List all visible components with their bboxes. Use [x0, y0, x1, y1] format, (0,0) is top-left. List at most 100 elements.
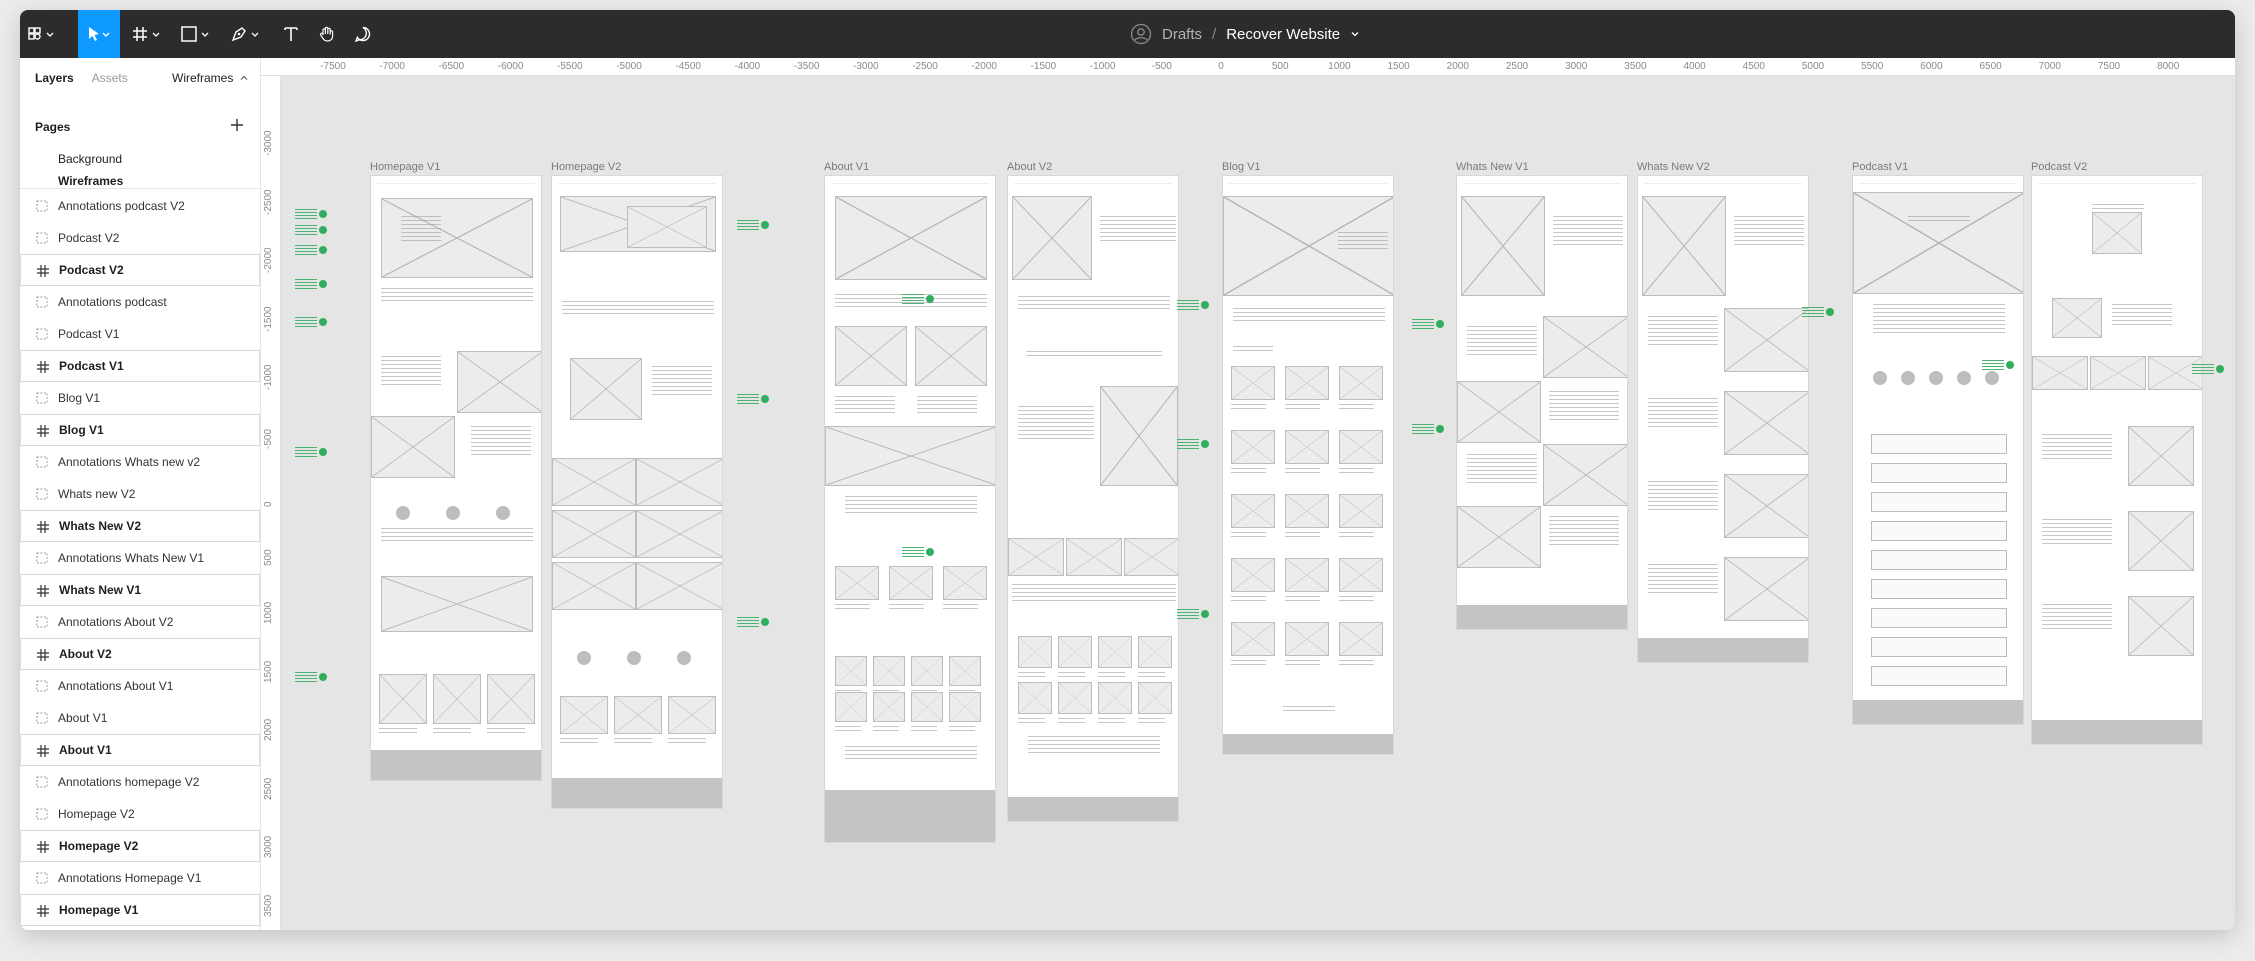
text-placeholder — [1339, 596, 1375, 601]
page-item-wireframes[interactable]: Wireframes — [58, 176, 123, 186]
add-page-button[interactable] — [227, 115, 247, 135]
frame-label[interactable]: Blog V1 — [1222, 161, 1261, 173]
text-placeholder — [1100, 216, 1176, 244]
frame-label[interactable]: About V2 — [1007, 161, 1052, 173]
wireframe-frame[interactable] — [1456, 175, 1628, 630]
text-placeholder — [1058, 672, 1086, 677]
frame-icon — [37, 905, 49, 917]
layer-row[interactable]: About V1 — [20, 702, 260, 734]
frame-tool[interactable] — [124, 10, 170, 58]
ruler-tick-label: 0 — [263, 501, 274, 507]
frame-label[interactable]: About V1 — [824, 161, 869, 173]
main-menu-button[interactable] — [20, 10, 64, 58]
wireframe-frame[interactable] — [1007, 175, 1179, 822]
tab-layers[interactable]: Layers — [35, 71, 74, 85]
wireframe-frame[interactable] — [551, 175, 723, 809]
layer-row[interactable]: Annotations Homepage V1 — [20, 862, 260, 894]
frame-label[interactable]: Homepage V1 — [370, 161, 440, 173]
annotation-note — [1412, 424, 1434, 434]
image-placeholder — [1018, 636, 1052, 668]
annotation-note — [295, 672, 317, 682]
image-placeholder — [614, 696, 662, 734]
layer-row[interactable]: Blog V1 — [20, 414, 260, 446]
text-placeholder — [1339, 532, 1375, 537]
drafts-link[interactable]: Drafts — [1162, 26, 1202, 43]
wireframe-frame[interactable] — [1852, 175, 2024, 725]
layer-row[interactable]: Annotations Whats New V1 — [20, 542, 260, 574]
annotation-marker — [319, 210, 327, 218]
image-placeholder — [943, 566, 987, 600]
text-placeholder — [1734, 216, 1804, 246]
wireframe-frame[interactable] — [1222, 175, 1394, 755]
page-item-background[interactable]: Background — [58, 152, 122, 166]
layer-row[interactable]: Annotations About V2 — [20, 606, 260, 638]
page-switcher[interactable]: Wireframes — [172, 71, 248, 85]
image-placeholder — [1231, 494, 1275, 528]
layer-row[interactable]: Annotations podcast — [20, 286, 260, 318]
chevron-down-icon[interactable] — [1350, 29, 1360, 39]
layer-row[interactable]: Homepage V2 — [20, 830, 260, 862]
layer-row[interactable]: About V1 — [20, 734, 260, 766]
comment-tool[interactable] — [348, 10, 378, 58]
layer-row[interactable]: About V2 — [20, 638, 260, 670]
ruler-tick-label: 500 — [263, 548, 274, 566]
layer-row[interactable]: Annotations podcast V2 — [20, 190, 260, 222]
wireframe-frame[interactable] — [2031, 175, 2203, 745]
text-placeholder — [845, 496, 977, 514]
image-placeholder — [1543, 316, 1627, 378]
wireframe-frame[interactable] — [824, 175, 996, 843]
layer-row[interactable]: Whats New V2 — [20, 510, 260, 542]
ruler-tick-label: -3000 — [263, 130, 274, 156]
frame-icon — [37, 521, 49, 533]
canvas[interactable]: -7500 -7000 -6500 -6000 -5500 -5000 -4500 -4000… — [261, 58, 2235, 930]
image-placeholder — [1724, 557, 1808, 621]
text-placeholder — [1018, 672, 1046, 677]
layer-row[interactable]: Homepage V2 — [20, 798, 260, 830]
frame-label[interactable]: Homepage V2 — [551, 161, 621, 173]
layer-row[interactable]: Homepage V1 — [20, 894, 260, 926]
text-tool[interactable] — [276, 10, 306, 58]
page-item-label: Wireframes — [58, 176, 124, 186]
image-placeholder — [1339, 558, 1383, 592]
layer-row[interactable]: Annotations homepage V2 — [20, 766, 260, 798]
text-placeholder — [1018, 718, 1046, 723]
move-tool[interactable] — [78, 10, 120, 58]
wireframe-frame[interactable] — [1637, 175, 1809, 663]
tab-assets[interactable]: Assets — [92, 71, 128, 85]
ruler-tick-label: 2000 — [1446, 61, 1469, 72]
annotation-note — [295, 279, 317, 289]
layer-row[interactable]: Whats New V1 — [20, 574, 260, 606]
group-icon — [36, 552, 48, 564]
layer-row[interactable]: Podcast V2 — [20, 222, 260, 254]
text-placeholder — [911, 726, 937, 731]
frame-label[interactable]: Podcast V2 — [2031, 161, 2087, 173]
image-placeholder — [949, 656, 981, 686]
ruler-tick-label: 5500 — [1861, 61, 1884, 72]
layer-row[interactable]: Whats new V2 — [20, 478, 260, 510]
avatar-placeholder — [577, 651, 591, 665]
ruler-tick-label: -500 — [1151, 61, 1172, 72]
layer-row[interactable]: Annotations Whats new v2 — [20, 446, 260, 478]
wireframe-frame[interactable] — [370, 175, 542, 781]
nav-placeholder — [1229, 180, 1387, 184]
file-name[interactable]: Recover Website — [1226, 26, 1340, 43]
image-placeholder — [627, 206, 707, 248]
annotation-note — [737, 394, 759, 404]
layer-row[interactable]: Podcast V1 — [20, 350, 260, 382]
layer-row[interactable]: Podcast V1 — [20, 318, 260, 350]
layer-row[interactable]: Blog V1 — [20, 382, 260, 414]
avatar-icon[interactable] — [1130, 23, 1152, 45]
frame-label[interactable]: Whats New V1 — [1456, 161, 1529, 173]
image-placeholder — [1066, 538, 1122, 576]
shape-tool[interactable] — [174, 10, 218, 58]
text-placeholder — [1231, 468, 1267, 473]
avatar-placeholder — [1985, 371, 1999, 385]
layer-row[interactable]: Annotations About V1 — [20, 670, 260, 702]
pen-tool[interactable] — [224, 10, 268, 58]
image-placeholder — [1339, 430, 1383, 464]
frame-label[interactable]: Whats New V2 — [1637, 161, 1710, 173]
layer-row[interactable]: Podcast V2 — [20, 254, 260, 286]
frame-label[interactable]: Podcast V1 — [1852, 161, 1908, 173]
hand-tool[interactable] — [312, 10, 342, 58]
episode-row — [1871, 434, 2007, 454]
